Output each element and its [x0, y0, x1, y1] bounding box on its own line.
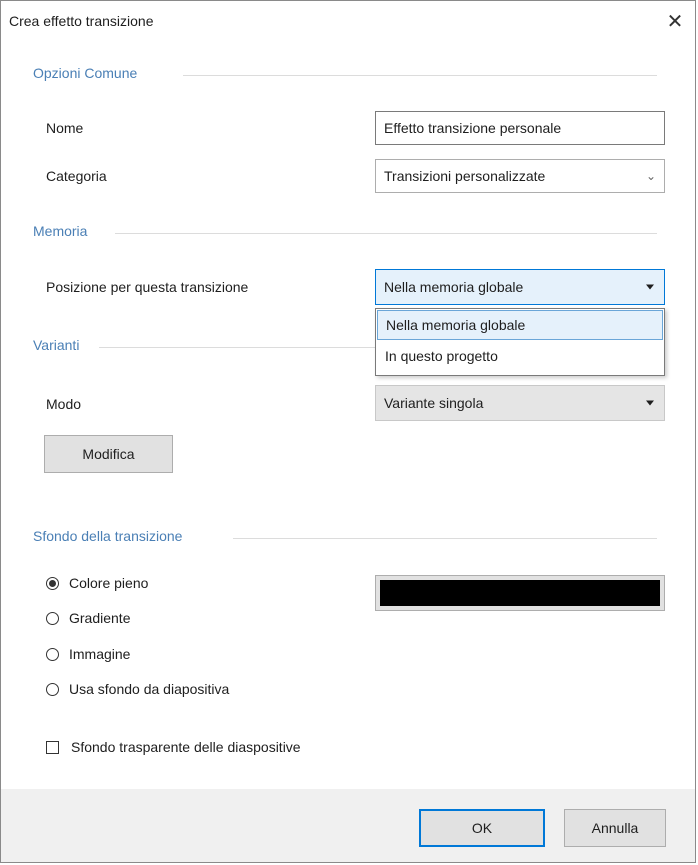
radio-gradient[interactable]: Gradiente — [46, 610, 130, 626]
radio-solid-color-label: Colore pieno — [69, 575, 149, 591]
section-variants-header: Varianti — [33, 337, 80, 353]
cancel-button[interactable]: Annulla — [564, 809, 666, 847]
dropdown-arrow-icon — [646, 400, 654, 406]
window-title: Crea effetto transizione — [9, 13, 154, 29]
radio-gradient-label: Gradiente — [69, 610, 131, 626]
checkbox[interactable] — [46, 740, 59, 754]
edit-button[interactable]: Modifica — [44, 435, 173, 473]
section-memory-header: Memoria — [33, 223, 88, 239]
position-dropdown-list: Nella memoria globale In questo progetto — [375, 308, 665, 376]
transition-dialog: Crea effetto transizione ✕ Opzioni Comun… — [0, 0, 696, 863]
position-dropdown[interactable]: Nella memoria globale — [375, 269, 665, 305]
dropdown-option-this-project[interactable]: In questo progetto — [377, 341, 663, 371]
radio-slide-background-label: Usa sfondo da diapositiva — [69, 681, 230, 697]
name-field[interactable]: Effetto transizione personale — [375, 111, 665, 145]
radio-solid-color[interactable]: Colore pieno — [46, 575, 148, 591]
transparent-background-checkbox[interactable]: Sfondo trasparente delle diaspositive — [46, 739, 301, 755]
dropdown-option-global-memory[interactable]: Nella memoria globale — [377, 310, 663, 340]
color-swatch — [380, 580, 660, 606]
title-bar: Crea effetto transizione ✕ — [1, 1, 695, 41]
color-picker-button[interactable] — [375, 575, 665, 611]
position-label: Posizione per questa transizione — [46, 279, 249, 295]
close-icon[interactable]: ✕ — [657, 5, 693, 37]
radio-image-label: Immagine — [69, 646, 131, 662]
position-value: Nella memoria globale — [384, 279, 524, 295]
transparent-background-label: Sfondo trasparente delle diaspositive — [71, 739, 301, 755]
chevron-down-icon: ⌄ — [645, 169, 656, 183]
section-common-header: Opzioni Comune — [33, 65, 138, 81]
mode-label: Modo — [46, 396, 82, 412]
mode-value: Variante singola — [384, 395, 484, 411]
radio-slide-background[interactable]: Usa sfondo da diapositiva — [46, 681, 229, 697]
category-dropdown[interactable]: Transizioni personalizzate ⌄ — [375, 159, 665, 193]
ok-button[interactable]: OK — [419, 809, 545, 847]
name-label: Nome — [46, 120, 84, 136]
section-background-divider — [233, 538, 657, 539]
radio-button[interactable] — [46, 647, 59, 661]
radio-button-checked[interactable] — [46, 576, 59, 590]
section-common-divider — [183, 75, 657, 76]
category-value: Transizioni personalizzate — [384, 168, 546, 184]
section-background-header: Sfondo della transizione — [33, 528, 183, 544]
radio-image[interactable]: Immagine — [46, 646, 130, 662]
radio-button[interactable] — [46, 682, 59, 696]
section-memory-divider — [115, 233, 657, 234]
dropdown-arrow-icon — [646, 284, 654, 290]
mode-dropdown[interactable]: Variante singola — [375, 385, 665, 421]
dialog-footer: OK Annulla — [1, 789, 695, 862]
radio-button[interactable] — [46, 611, 59, 625]
category-label: Categoria — [46, 168, 107, 184]
